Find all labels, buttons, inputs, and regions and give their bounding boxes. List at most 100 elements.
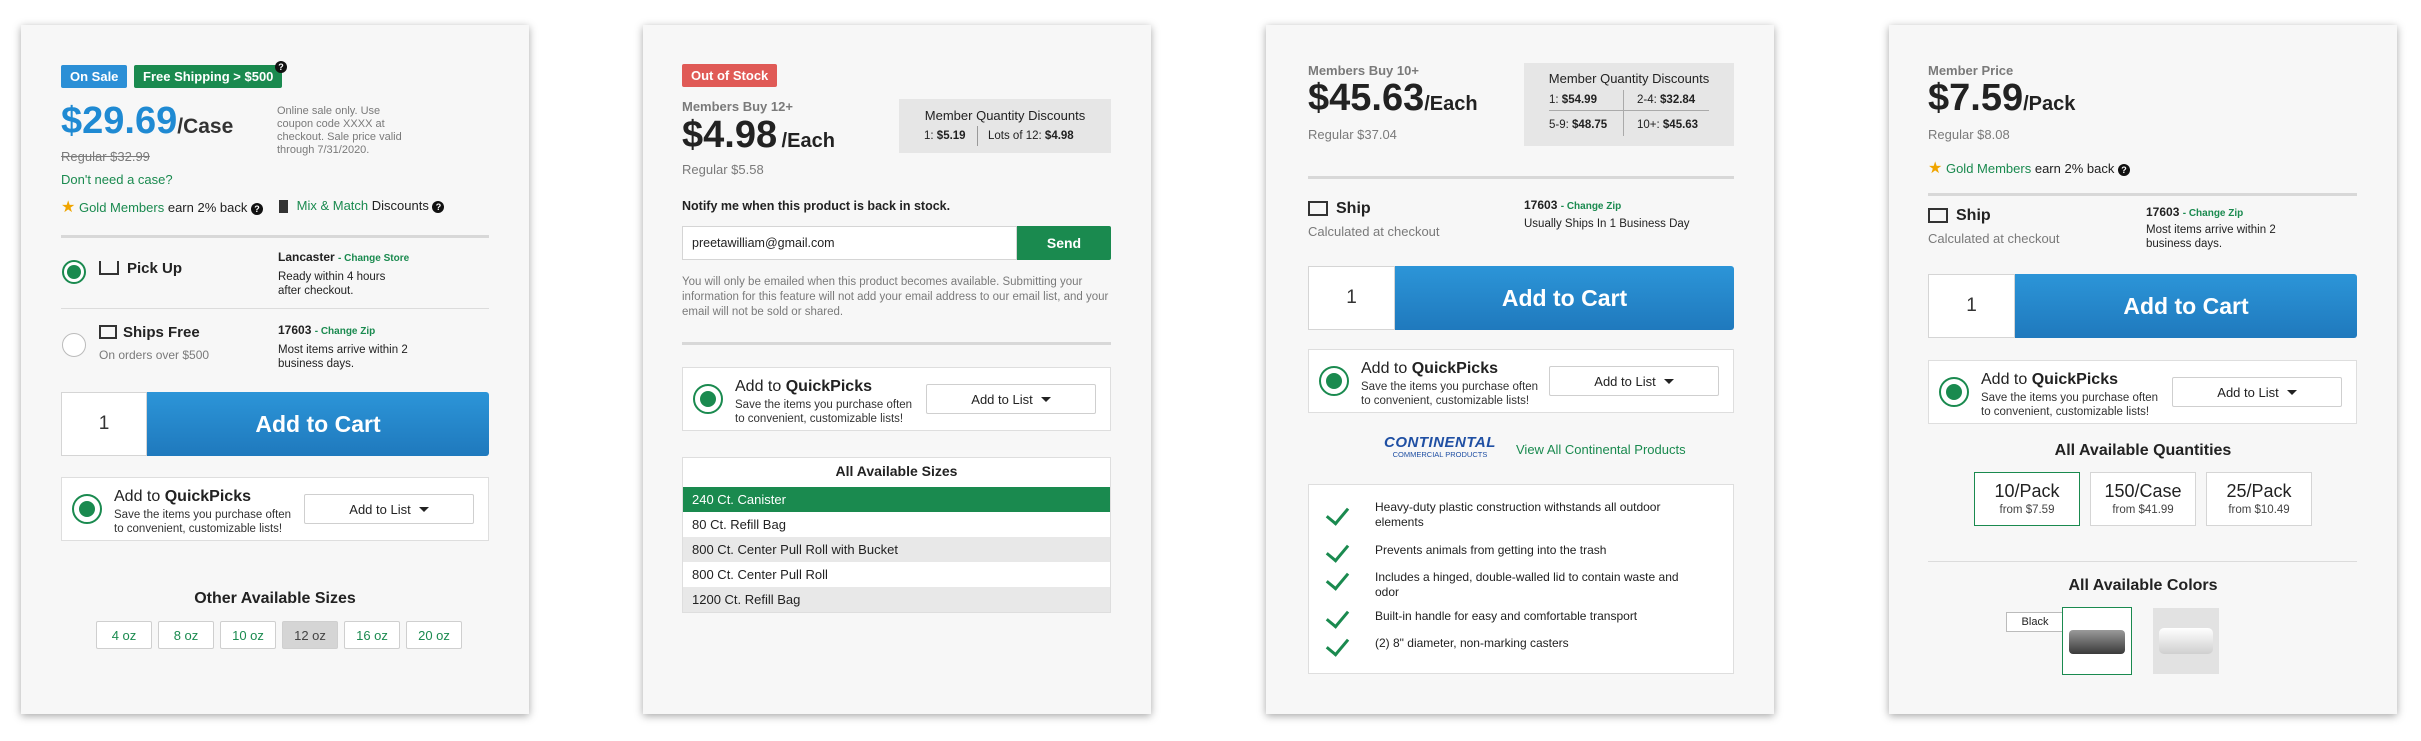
help-icon[interactable]: ? (2117, 163, 2130, 176)
mix-match-icon (279, 200, 288, 214)
quickpicks-sub: Save the items you purchase often to con… (735, 399, 913, 425)
pickup-detail: Ready within 4 hours after checkout. (278, 271, 386, 297)
size-row[interactable]: 80 Ct. Refill Bag (683, 512, 1110, 537)
add-to-list-button[interactable]: Add to List (304, 494, 474, 524)
ships-free-sub: On orders over $500 (99, 348, 210, 362)
pickup-radio[interactable] (62, 260, 86, 284)
size-option-selected[interactable]: 12 oz (282, 621, 338, 649)
color-swatch-white[interactable] (2153, 608, 2219, 674)
quickpicks-icon (693, 384, 723, 414)
ship-detail: Usually Ships In 1 Business Day (1524, 218, 1690, 230)
ship-detail: Most items arrive within 2 business days… (278, 344, 408, 370)
quickpicks-box: Add to QuickPicks Save the items you pur… (61, 477, 489, 541)
mix-match-link[interactable]: Mix & Match (297, 198, 369, 213)
color-tooltip: Black (2006, 612, 2064, 632)
sale-note: Online sale only. Use coupon code XXXX a… (277, 105, 402, 156)
gold-members-link[interactable]: Gold Members (79, 200, 164, 215)
quantity-option[interactable]: 25/Pack from $10.49 (2206, 472, 2312, 526)
chevron-down-icon (1040, 396, 1051, 402)
quantity-input[interactable]: 1 (1308, 266, 1395, 330)
quantity-option-selected[interactable]: 10/Pack from $7.59 (1974, 472, 2080, 526)
size-row[interactable]: 1200 Ct. Refill Bag (683, 587, 1110, 612)
product-card-member-discounts: Members Buy 10+ $45.63/Each Regular $37.… (1266, 25, 1774, 714)
star-icon: ★ (61, 199, 76, 216)
color-swatch-black[interactable] (2062, 607, 2132, 675)
product-card-member-price: Member Price $7.59/Pack Regular $8.08 ★ … (1889, 25, 2397, 714)
pickup-location: Lancaster - Change Store (278, 250, 410, 264)
divider (61, 308, 489, 309)
size-option[interactable]: 16 oz (344, 621, 400, 649)
send-button[interactable]: Send (1017, 226, 1111, 260)
add-to-list-button[interactable]: Add to List (2172, 377, 2342, 407)
add-to-list-button[interactable]: Add to List (1549, 366, 1719, 396)
price: $4.98 /Each (682, 114, 835, 156)
member-quantity-discounts: Member Quantity Discounts 1: $5.19 Lots … (899, 99, 1111, 153)
dont-need-case-link[interactable]: Don't need a case? (61, 172, 173, 187)
zip-row: 17603 - Change Zip (278, 323, 376, 337)
email-field[interactable]: preetawilliam@gmail.com (682, 226, 1017, 260)
gold-members-row: ★ Gold Members earn 2% back ? (1928, 158, 2130, 178)
quickpicks-sub: Save the items you purchase often to con… (114, 509, 292, 535)
ships-free-label: Ships Free (123, 324, 200, 341)
quantity-option[interactable]: 150/Case from $41.99 (2090, 472, 2196, 526)
change-zip-link[interactable]: - Change Zip (1561, 201, 1622, 212)
chevron-down-icon (418, 506, 429, 512)
size-row[interactable]: 800 Ct. Center Pull Roll with Bucket (683, 537, 1110, 562)
member-quantity-discounts: Member Quantity Discounts 1: $54.99 2-4:… (1524, 63, 1734, 146)
star-icon: ★ (1928, 160, 1943, 177)
change-zip-link[interactable]: - Change Zip (315, 326, 376, 337)
pickup-label: Pick Up (127, 260, 183, 277)
feature-item: Prevents animals from getting into the t… (1375, 543, 1607, 557)
size-option[interactable]: 10 oz (220, 621, 276, 649)
quantity-input[interactable]: 1 (61, 392, 147, 456)
divider (682, 342, 1111, 345)
price: $29.69/Case (61, 100, 234, 142)
on-sale-badge: On Sale (61, 65, 128, 88)
check-icon (1325, 501, 1350, 526)
members-buy: Members Buy 12+ (682, 99, 793, 114)
gold-members-link[interactable]: Gold Members (1946, 161, 2031, 176)
quickpicks-icon (72, 494, 102, 524)
ship-label: Ship (1956, 207, 1991, 224)
help-icon[interactable]: ? (250, 202, 263, 215)
regular-price: Regular $8.08 (1928, 127, 2010, 142)
help-icon[interactable]: ? (275, 61, 287, 73)
add-to-cart-button[interactable]: Add to Cart (147, 392, 489, 456)
price: $7.59/Pack (1928, 77, 2076, 119)
divider (1928, 193, 2357, 196)
feature-item: Built-in handle for easy and comfortable… (1375, 609, 1638, 623)
add-to-cart-button[interactable]: Add to Cart (1395, 266, 1734, 330)
ships-free-radio[interactable] (62, 333, 86, 357)
quantities-title: All Available Quantities (2054, 442, 2232, 459)
gold-members-row: ★ Gold Members earn 2% back ? (61, 197, 263, 217)
view-all-brand-link[interactable]: View All Continental Products (1516, 442, 1686, 457)
member-price-label: Member Price (1928, 63, 2014, 78)
ship-label: Ship (1336, 200, 1371, 217)
divider (61, 235, 489, 238)
regular-price: Regular $32.99 (61, 149, 150, 164)
quantity-input[interactable]: 1 (1928, 274, 2015, 338)
size-row[interactable]: 800 Ct. Center Pull Roll (683, 562, 1110, 587)
quickpicks-box: Add to QuickPicks Save the items you pur… (1928, 360, 2357, 424)
add-to-list-button[interactable]: Add to List (926, 384, 1096, 414)
product-card-sale: On Sale Free Shipping > $500 ? $29.69/Ca… (21, 25, 529, 714)
size-option[interactable]: 20 oz (406, 621, 462, 649)
quickpicks-title: Add to QuickPicks (1981, 371, 2118, 388)
size-option[interactable]: 4 oz (96, 621, 152, 649)
help-icon[interactable]: ? (432, 200, 445, 213)
add-to-cart-button[interactable]: Add to Cart (2015, 274, 2357, 338)
size-option[interactable]: 8 oz (158, 621, 214, 649)
zip-row: 17603 - Change Zip (1524, 198, 1622, 212)
sizes-list: All Available Sizes 240 Ct. Canister 80 … (682, 457, 1111, 613)
brand-logo[interactable]: CONTINENTAL COMMERCIAL PRODUCTS (1378, 435, 1502, 459)
change-zip-link[interactable]: - Change Zip (2183, 208, 2244, 219)
change-store-link[interactable]: - Change Store (338, 253, 409, 264)
quickpicks-icon (1319, 366, 1349, 396)
check-icon (1325, 566, 1350, 591)
members-buy: Members Buy 10+ (1308, 63, 1419, 78)
mix-match-row: Mix & Match Discounts ? (279, 198, 445, 214)
ship-sub: Calculated at checkout (1928, 231, 2060, 246)
regular-price: Regular $37.04 (1308, 127, 1397, 142)
notify-text: Notify me when this product is back in s… (682, 199, 951, 213)
size-row-selected[interactable]: 240 Ct. Canister (683, 487, 1110, 512)
